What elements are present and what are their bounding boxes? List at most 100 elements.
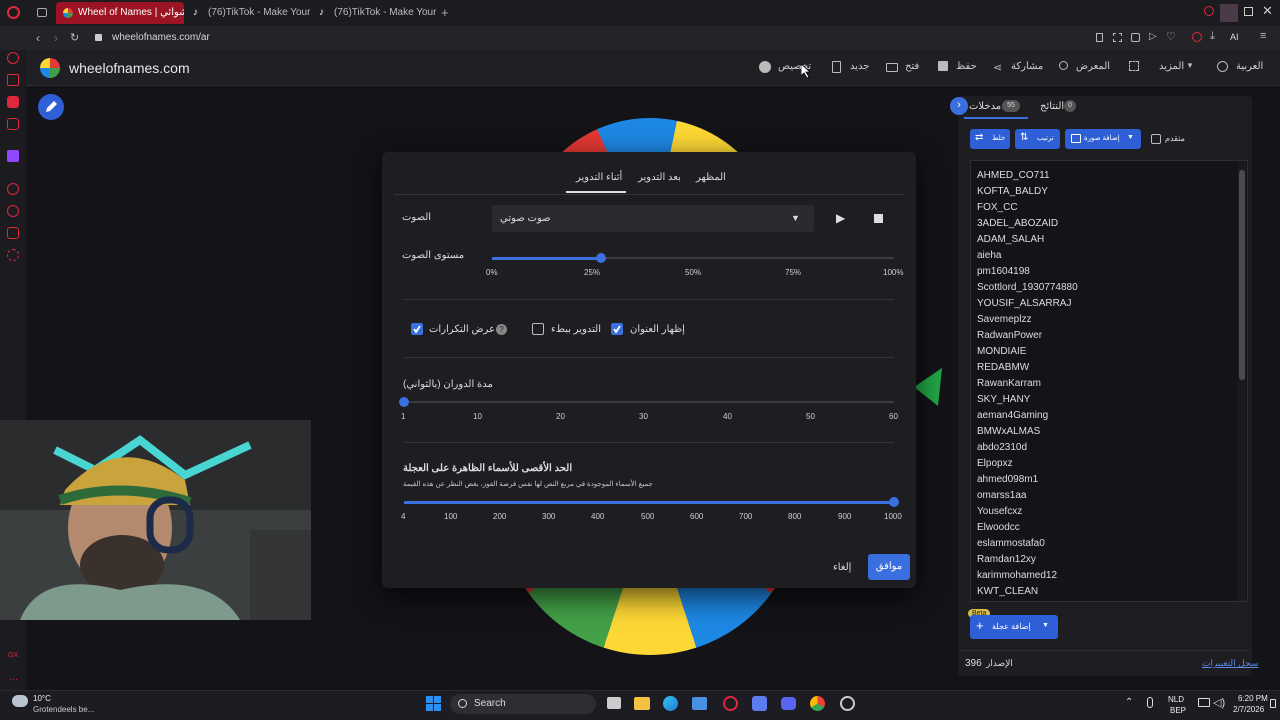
max-names-thumb[interactable]	[889, 497, 899, 507]
scrollbar-thumb[interactable]	[1239, 170, 1245, 380]
wheel-bottom-visible[interactable]	[500, 585, 800, 655]
crypto-wallet-icon[interactable]	[7, 74, 19, 86]
share-icon[interactable]: ⋖	[993, 61, 1005, 74]
taskbar-search[interactable]: Search	[450, 694, 596, 714]
play-sound-icon[interactable]: ▶	[836, 211, 845, 225]
tab-overview-icon[interactable]	[37, 8, 47, 17]
browser-tab-tiktok-2[interactable]: ♪ (76)TikTok - Make Your Day	[312, 2, 436, 24]
forward-icon[interactable]: ›	[54, 31, 58, 45]
file-explorer-icon[interactable]	[634, 697, 650, 710]
chat-sidebar-icon[interactable]	[7, 227, 19, 239]
globe-icon[interactable]	[1217, 61, 1228, 72]
network-icon[interactable]	[1198, 698, 1210, 707]
new-tab-icon[interactable]: +	[441, 5, 449, 20]
edge-icon[interactable]	[663, 696, 678, 711]
tab-during-spin[interactable]: أثناء التدوير	[576, 172, 622, 183]
profile-icon[interactable]	[1192, 32, 1202, 42]
player-icon[interactable]: ▷	[1149, 31, 1157, 42]
sort-button[interactable]: ⇅ ترتيب	[1015, 129, 1060, 149]
history-icon[interactable]	[7, 205, 19, 217]
site-logo-icon[interactable]	[40, 58, 60, 78]
spin-duration-track[interactable]	[404, 401, 894, 403]
clock-time[interactable]: 6:20 PM	[1238, 694, 1268, 703]
save-icon[interactable]	[938, 61, 948, 71]
chrome-icon[interactable]	[810, 696, 825, 711]
settings-sidebar-icon[interactable]	[7, 249, 19, 261]
adblock-icon[interactable]	[1131, 33, 1140, 42]
gx-icon[interactable]: GX	[8, 652, 18, 659]
store-icon[interactable]	[692, 697, 707, 710]
app-icon[interactable]	[840, 696, 855, 711]
show-title-checkbox[interactable]	[611, 323, 623, 335]
changelog-link[interactable]: سجل التغييرات	[1202, 658, 1258, 669]
tab-after-spin[interactable]: بعد التدوير	[638, 172, 681, 183]
new-file-icon[interactable]	[832, 61, 841, 73]
twitch-icon[interactable]	[7, 150, 19, 162]
close-window-button[interactable]: ✕	[1262, 3, 1273, 19]
folder-open-icon[interactable]	[886, 63, 898, 72]
help-icon[interactable]: ?	[496, 324, 507, 335]
browser-tab-wheelofnames[interactable]: Wheel of Names | العشوائي	[56, 2, 184, 24]
task-view-icon[interactable]	[607, 697, 621, 709]
chevron-down-icon[interactable]: ▼	[1186, 61, 1198, 73]
tab-results[interactable]: النتائج	[1040, 101, 1064, 112]
messenger-icon[interactable]	[7, 96, 19, 108]
nav-save[interactable]: حفظ	[956, 61, 977, 72]
url-field[interactable]: wheelofnames.com/ar	[112, 32, 210, 43]
vs-code-icon[interactable]	[752, 696, 767, 711]
lang-top[interactable]: NLD	[1168, 695, 1184, 704]
edit-title-button[interactable]	[38, 94, 64, 120]
fullscreen-icon[interactable]	[1129, 61, 1139, 71]
tab-entries[interactable]: مدخلات	[969, 101, 1001, 112]
minimize-window-button[interactable]	[1220, 4, 1238, 22]
site-logo-text[interactable]: wheelofnames.com	[69, 60, 190, 76]
download-icon[interactable]: ⤓	[1210, 30, 1215, 43]
aria-button[interactable]: AI	[1230, 32, 1239, 42]
tray-chevron-icon[interactable]: ⌃	[1125, 697, 1133, 708]
more-sidebar-icon[interactable]: ···	[9, 674, 18, 684]
advanced-checkbox[interactable]	[1151, 134, 1161, 144]
nav-new[interactable]: جديد	[850, 61, 869, 72]
spin-duration-thumb[interactable]	[399, 397, 409, 407]
slow-spin-checkbox[interactable]	[532, 323, 544, 335]
reload-icon[interactable]: ↻	[70, 31, 79, 44]
notification-icon[interactable]	[1270, 699, 1276, 708]
ok-button[interactable]: موافق	[868, 554, 910, 580]
nav-open[interactable]: فتح	[905, 61, 919, 72]
shuffle-button[interactable]: ⇄ خلط	[970, 129, 1010, 149]
add-image-button[interactable]: إضافة صورة ▼	[1065, 129, 1141, 149]
volume-icon[interactable]: ◁)	[1213, 696, 1225, 709]
clock-date[interactable]: 2/7/2026	[1233, 705, 1264, 714]
aria-sidebar-icon[interactable]	[7, 52, 19, 64]
instagram-icon[interactable]	[7, 118, 19, 130]
snapshot-icon[interactable]	[1113, 33, 1122, 42]
opera-logo-icon[interactable]	[7, 6, 20, 19]
collapse-panel-button[interactable]: ›	[950, 97, 968, 115]
nav-language[interactable]: العربية	[1236, 61, 1263, 72]
nav-more[interactable]: المزيد	[1159, 61, 1184, 72]
restore-window-button[interactable]	[1244, 7, 1253, 16]
browser-menu-icon[interactable]: ≡	[1260, 30, 1266, 42]
sound-select[interactable]: صوت صوتي ▼	[492, 205, 814, 232]
lang-bottom[interactable]: BEP	[1170, 706, 1186, 715]
search-icon[interactable]	[1059, 61, 1068, 70]
opera-gx-taskbar-icon[interactable]	[723, 696, 738, 711]
bookmark-icon[interactable]	[1096, 33, 1103, 42]
nav-gallery[interactable]: المعرض	[1076, 61, 1110, 72]
search-tabs-icon[interactable]	[1204, 6, 1214, 16]
weather-icon[interactable]	[12, 695, 28, 707]
weather-temp[interactable]: 10°C	[33, 694, 51, 703]
stop-sound-icon[interactable]	[874, 214, 883, 223]
player-sidebar-icon[interactable]	[7, 183, 19, 195]
back-icon[interactable]: ‹	[36, 31, 40, 45]
browser-tab-tiktok-1[interactable]: ♪ (76)TikTok - Make Your Day	[186, 2, 310, 24]
tab-appearance[interactable]: المظهر	[696, 172, 726, 183]
palette-icon[interactable]	[759, 61, 771, 73]
windows-start-icon[interactable]	[426, 696, 441, 711]
volume-thumb[interactable]	[595, 253, 606, 263]
show-duplicates-checkbox[interactable]	[411, 323, 423, 335]
add-wheel-button[interactable]: + إضافة عجلة ▼	[970, 615, 1058, 639]
weather-desc[interactable]: Grotendeels be...	[33, 705, 94, 714]
nav-share[interactable]: مشاركة	[1011, 61, 1043, 72]
heart-icon[interactable]: ♡	[1166, 30, 1176, 43]
